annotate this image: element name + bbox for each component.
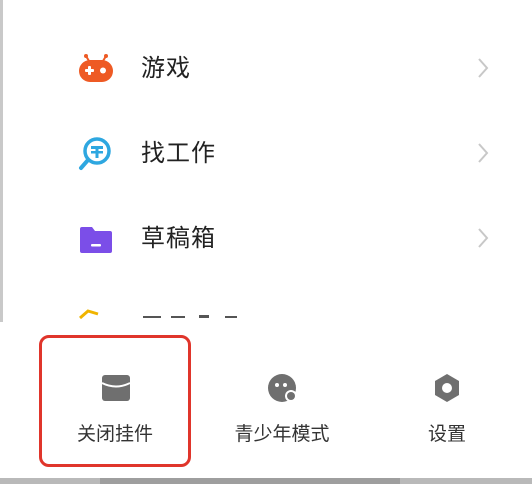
teen-mode-label: 青少年模式 xyxy=(234,423,330,445)
chevron-right-icon xyxy=(478,143,489,163)
menu-item-partially-hidden[interactable] xyxy=(0,300,532,320)
menu-item-label: 游戏 xyxy=(141,54,191,82)
folder-icon xyxy=(80,227,112,253)
highlight-frame xyxy=(39,335,191,467)
window-bottom-edge-segment xyxy=(100,478,400,484)
chevron-right-icon xyxy=(478,228,489,248)
menu-item-jobs[interactable]: 找工作 xyxy=(0,123,532,183)
teen-mode-icon xyxy=(268,374,297,402)
menu-item-games[interactable]: 游戏 xyxy=(0,38,532,98)
window-bottom-edge xyxy=(0,478,532,484)
menu-item-label: 找工作 xyxy=(141,139,216,167)
settings-gear-icon xyxy=(435,374,459,402)
job-search-icon xyxy=(79,137,111,170)
settings-button[interactable]: 设置 xyxy=(372,322,522,478)
teen-mode-button[interactable]: 青少年模式 xyxy=(206,322,358,478)
menu-item-drafts[interactable]: 草稿箱 xyxy=(0,208,532,268)
partial-item-text-fragment xyxy=(143,315,237,318)
menu-item-label: 草稿箱 xyxy=(141,224,216,252)
settings-label: 设置 xyxy=(427,423,466,445)
partial-item-icon xyxy=(79,309,99,320)
chevron-right-icon xyxy=(478,58,489,78)
game-controller-icon xyxy=(79,54,113,82)
